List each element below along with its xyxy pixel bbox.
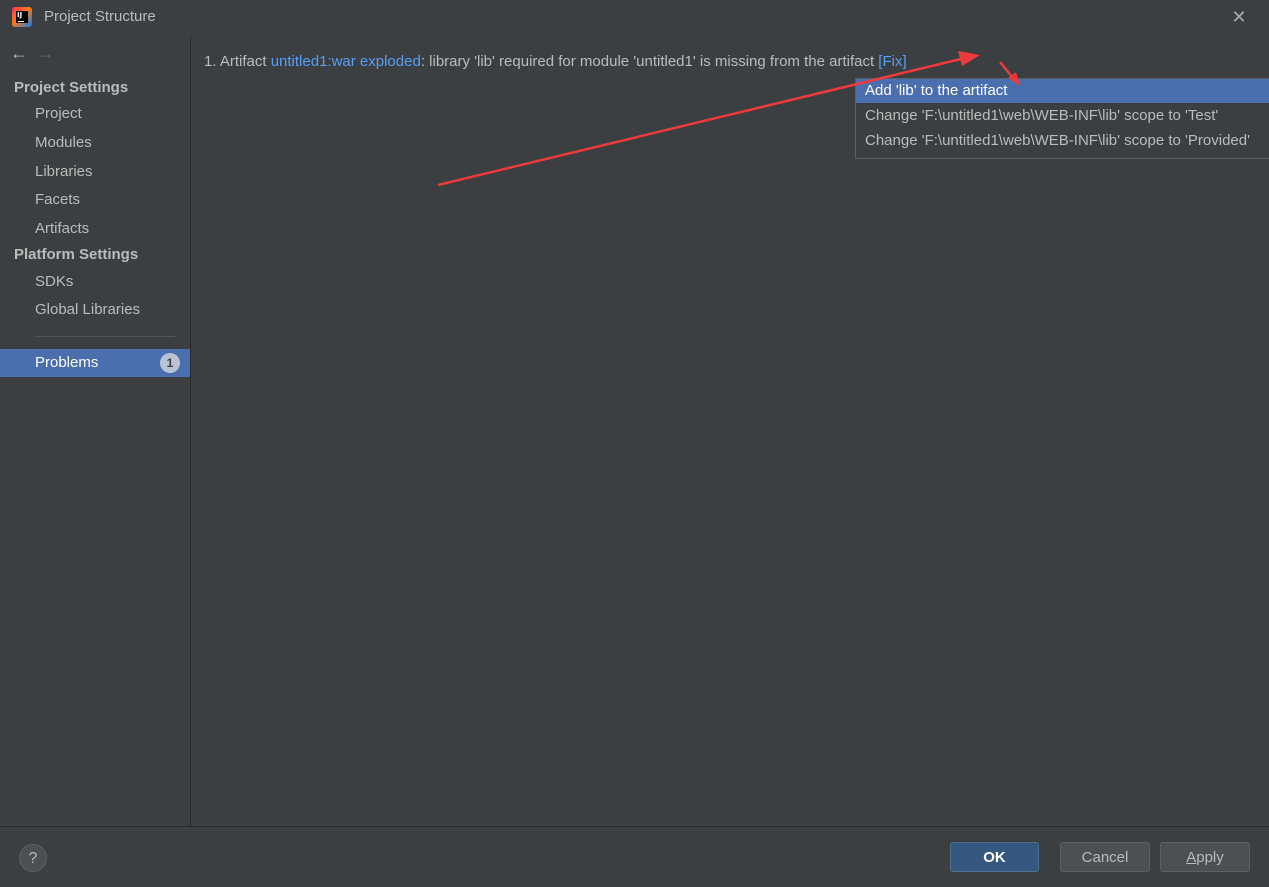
fix-link[interactable]: [Fix] (878, 53, 906, 70)
sidebar-item-facets[interactable]: Facets (35, 191, 80, 208)
problem-message: : library 'lib' required for module 'unt… (420, 53, 879, 70)
sidebar-item-libraries[interactable]: Libraries (35, 163, 93, 180)
project-settings-header: Project Settings (14, 79, 129, 96)
nav-arrows: ← → (10, 42, 58, 64)
sidebar: ← → Project Settings Project Modules Lib… (0, 36, 191, 826)
sidebar-item-sdks[interactable]: SDKs (35, 273, 73, 290)
apply-mnemonic: A (1186, 849, 1197, 866)
problems-count-badge: 1 (160, 353, 180, 373)
apply-label-rest: pply (1196, 849, 1224, 866)
popup-item-scope-provided[interactable]: Change 'F:\untitled1\web\WEB-INF\lib' sc… (856, 129, 1269, 153)
cancel-button[interactable]: Cancel (1060, 842, 1150, 872)
ok-button[interactable]: OK (950, 842, 1039, 872)
back-arrow-icon[interactable]: ← (10, 42, 32, 64)
popup-item-scope-test[interactable]: Change 'F:\untitled1\web\WEB-INF\lib' sc… (856, 104, 1269, 128)
sidebar-item-artifacts[interactable]: Artifacts (35, 220, 89, 237)
sidebar-divider (35, 336, 175, 337)
problem-prefix: 1. Artifact (204, 53, 271, 70)
sidebar-item-modules[interactable]: Modules (35, 134, 92, 151)
platform-settings-header: Platform Settings (14, 246, 139, 263)
problems-label: Problems (35, 354, 99, 371)
apply-button[interactable]: Apply (1160, 842, 1250, 872)
artifact-link[interactable]: untitled1:war exploded (271, 53, 421, 70)
fix-popup-menu: Add 'lib' to the artifact Change 'F:\unt… (855, 78, 1269, 159)
title-bar: IJ Project Structure ✕ (0, 0, 1269, 36)
window-title: Project Structure (44, 8, 156, 25)
dialog-footer: ? OK Cancel Apply (0, 826, 1269, 887)
close-icon[interactable]: ✕ (1228, 6, 1250, 28)
sidebar-item-global-libraries[interactable]: Global Libraries (35, 301, 140, 318)
problem-entry: 1. Artifact untitled1:war exploded: libr… (204, 53, 907, 70)
sidebar-item-problems[interactable]: Problems 1 (0, 349, 190, 377)
forward-arrow-icon[interactable]: → (36, 42, 58, 64)
intellij-app-icon: IJ (12, 7, 32, 27)
popup-item-add-lib[interactable]: Add 'lib' to the artifact (856, 79, 1269, 103)
help-icon[interactable]: ? (19, 844, 47, 872)
sidebar-item-project[interactable]: Project (35, 105, 82, 122)
